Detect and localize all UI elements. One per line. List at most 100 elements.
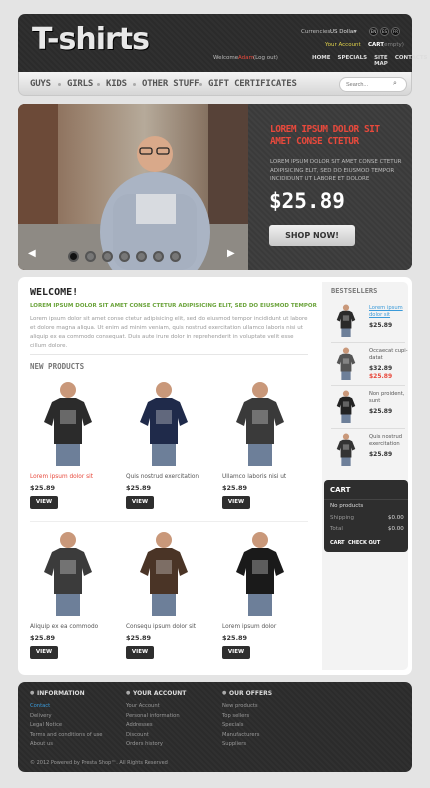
cart-title: CART bbox=[330, 486, 351, 494]
product-price: $25.89 bbox=[126, 634, 152, 642]
cart-shipping-label: Shipping bbox=[330, 515, 354, 521]
bestseller-image[interactable] bbox=[334, 346, 358, 380]
bestseller-name[interactable]: Quis nostrud exercitation bbox=[369, 434, 409, 448]
slider-dot[interactable] bbox=[170, 251, 181, 262]
footer-link[interactable]: Addresses bbox=[126, 722, 153, 728]
slide-photo-illustration bbox=[18, 104, 248, 270]
footer-link[interactable]: Delivery bbox=[30, 713, 52, 719]
chevron-right-icon: ▸ bbox=[341, 540, 344, 546]
product-name[interactable]: Quis nostrud exercitation bbox=[126, 474, 199, 480]
site-logo[interactable]: T-shirts bbox=[32, 22, 150, 58]
bestseller-name[interactable]: Lorem ipsum dolor sit bbox=[369, 305, 409, 319]
footer-link[interactable]: Contact bbox=[30, 703, 50, 709]
product-image[interactable] bbox=[38, 528, 98, 616]
menu-item-other-stuff[interactable]: OTHER STUFF bbox=[142, 79, 200, 89]
view-button[interactable]: VIEW bbox=[222, 496, 250, 509]
shop-now-button[interactable]: SHOP NOW! bbox=[269, 225, 355, 246]
view-button[interactable]: VIEW bbox=[126, 646, 154, 659]
slider-dot[interactable] bbox=[119, 251, 130, 262]
slider-dot[interactable] bbox=[102, 251, 113, 262]
footer-column-title: YOUR ACCOUNT bbox=[133, 690, 187, 697]
footer-link[interactable]: Orders history bbox=[126, 741, 163, 747]
slider-dot[interactable] bbox=[153, 251, 164, 262]
user-name-link[interactable]: Adam bbox=[238, 55, 254, 61]
flag-es-icon[interactable]: ES bbox=[380, 27, 389, 36]
menu-item-girls[interactable]: GIRLS bbox=[67, 79, 93, 89]
bestseller-image[interactable] bbox=[334, 432, 358, 466]
view-button[interactable]: VIEW bbox=[222, 646, 250, 659]
menu-item-guys[interactable]: GUYS bbox=[30, 79, 51, 89]
menu-separator bbox=[97, 83, 100, 86]
slider-dot[interactable] bbox=[68, 251, 79, 262]
flag-fr-icon[interactable]: FR bbox=[391, 27, 400, 36]
product-name[interactable]: Aliquip ex ea commodo bbox=[30, 624, 98, 630]
your-account-link[interactable]: Your Account bbox=[325, 42, 361, 48]
product-price: $25.89 bbox=[222, 634, 248, 642]
product-image[interactable] bbox=[38, 378, 98, 466]
bestseller-name[interactable]: Occaecat cupi-datat bbox=[369, 348, 409, 362]
view-button[interactable]: VIEW bbox=[30, 646, 58, 659]
footer-link[interactable]: Terms and conditions of use bbox=[30, 732, 103, 738]
promo-slider: LOREM IPSUM DOLOR SIT AMET CONSE CTETUR … bbox=[18, 104, 412, 270]
search-icon[interactable]: ⌕ bbox=[393, 79, 397, 88]
bestseller-image[interactable] bbox=[334, 303, 358, 337]
bestseller-image[interactable] bbox=[334, 389, 358, 423]
cart-no-products: No products bbox=[330, 503, 364, 509]
product-image[interactable] bbox=[134, 528, 194, 616]
view-button[interactable]: VIEW bbox=[126, 496, 154, 509]
site-header: T-shirts Currencies: US Dollar ▾ EN ES F… bbox=[18, 14, 428, 72]
product-image[interactable] bbox=[230, 528, 290, 616]
nav-contacts-link[interactable]: CONTACTS bbox=[395, 55, 428, 67]
flag-en-icon[interactable]: EN bbox=[369, 27, 378, 36]
product-price: $25.89 bbox=[126, 484, 152, 492]
bestsellers-title: BESTSELLERS bbox=[331, 287, 378, 295]
currency-select[interactable]: US Dollar bbox=[330, 29, 356, 35]
menu-separator bbox=[58, 83, 61, 86]
product-image[interactable] bbox=[134, 378, 194, 466]
slide-title: LOREM IPSUM DOLOR SIT AMET CONSE CTETUR bbox=[270, 124, 380, 147]
footer-link[interactable]: Top sellers bbox=[222, 713, 249, 719]
product-price: $25.89 bbox=[30, 634, 56, 642]
footer-link[interactable]: New products bbox=[222, 703, 258, 709]
cart-shipping-value: $0.00 bbox=[388, 515, 404, 521]
slider-prev-icon[interactable]: ◀ bbox=[28, 248, 36, 259]
cart-total-label: Total bbox=[330, 526, 343, 532]
footer-link[interactable]: Manufacturers bbox=[222, 732, 259, 738]
menu-item-gift-certificates[interactable]: GIFT CERTIFICATES bbox=[208, 79, 297, 89]
footer-link[interactable]: Discount bbox=[126, 732, 149, 738]
slide-photo bbox=[18, 104, 248, 270]
product-name[interactable]: Lorem ipsum dolor sit bbox=[30, 474, 93, 480]
bullet-icon: ● bbox=[126, 690, 131, 696]
slider-dot[interactable] bbox=[85, 251, 96, 262]
slider-next-icon[interactable]: ▶ bbox=[227, 248, 235, 259]
nav-specials-link[interactable]: SPECIALS bbox=[338, 55, 368, 67]
footer-link[interactable]: Specials bbox=[222, 722, 243, 728]
copyright-text: © 2012 Powered by Presta Shop™. All Righ… bbox=[30, 760, 168, 766]
product-name[interactable]: Consequ ipsum dolor sit bbox=[126, 624, 196, 630]
footer-link[interactable]: Your Account bbox=[126, 703, 160, 709]
footer-column-title: OUR OFFERS bbox=[229, 690, 273, 697]
product-image[interactable] bbox=[230, 378, 290, 466]
view-button[interactable]: VIEW bbox=[30, 496, 58, 509]
product-name[interactable]: Lorem ipsum dolor bbox=[222, 624, 276, 630]
currencies-label: Currencies: bbox=[301, 29, 333, 35]
checkout-link[interactable]: CHECK OUT bbox=[348, 540, 380, 546]
bestseller-price: $32.89 bbox=[369, 365, 393, 372]
bullet-icon: ● bbox=[222, 690, 227, 696]
footer-link[interactable]: Legal Notice bbox=[30, 722, 62, 728]
divider bbox=[324, 499, 408, 500]
bestseller-old-price: $25.89 bbox=[369, 373, 393, 380]
logout-link[interactable]: (Log out) bbox=[253, 55, 278, 61]
top-nav: HOME SPECIALS SITE MAP CONTACTS bbox=[312, 55, 428, 67]
nav-home-link[interactable]: HOME bbox=[312, 55, 331, 67]
divider bbox=[331, 428, 405, 429]
bestseller-name[interactable]: Non proident, sunt bbox=[369, 391, 409, 405]
footer-column-title: INFORMATION bbox=[37, 690, 85, 697]
menu-item-kids[interactable]: KIDS bbox=[106, 79, 127, 89]
product-name[interactable]: Ullamco laboris nisi ut bbox=[222, 474, 286, 480]
footer-link[interactable]: Personal information bbox=[126, 713, 180, 719]
nav-sitemap-link[interactable]: SITE MAP bbox=[374, 55, 388, 67]
footer-link[interactable]: About us bbox=[30, 741, 53, 747]
footer-link[interactable]: Suppliers bbox=[222, 741, 246, 747]
slider-dot[interactable] bbox=[136, 251, 147, 262]
